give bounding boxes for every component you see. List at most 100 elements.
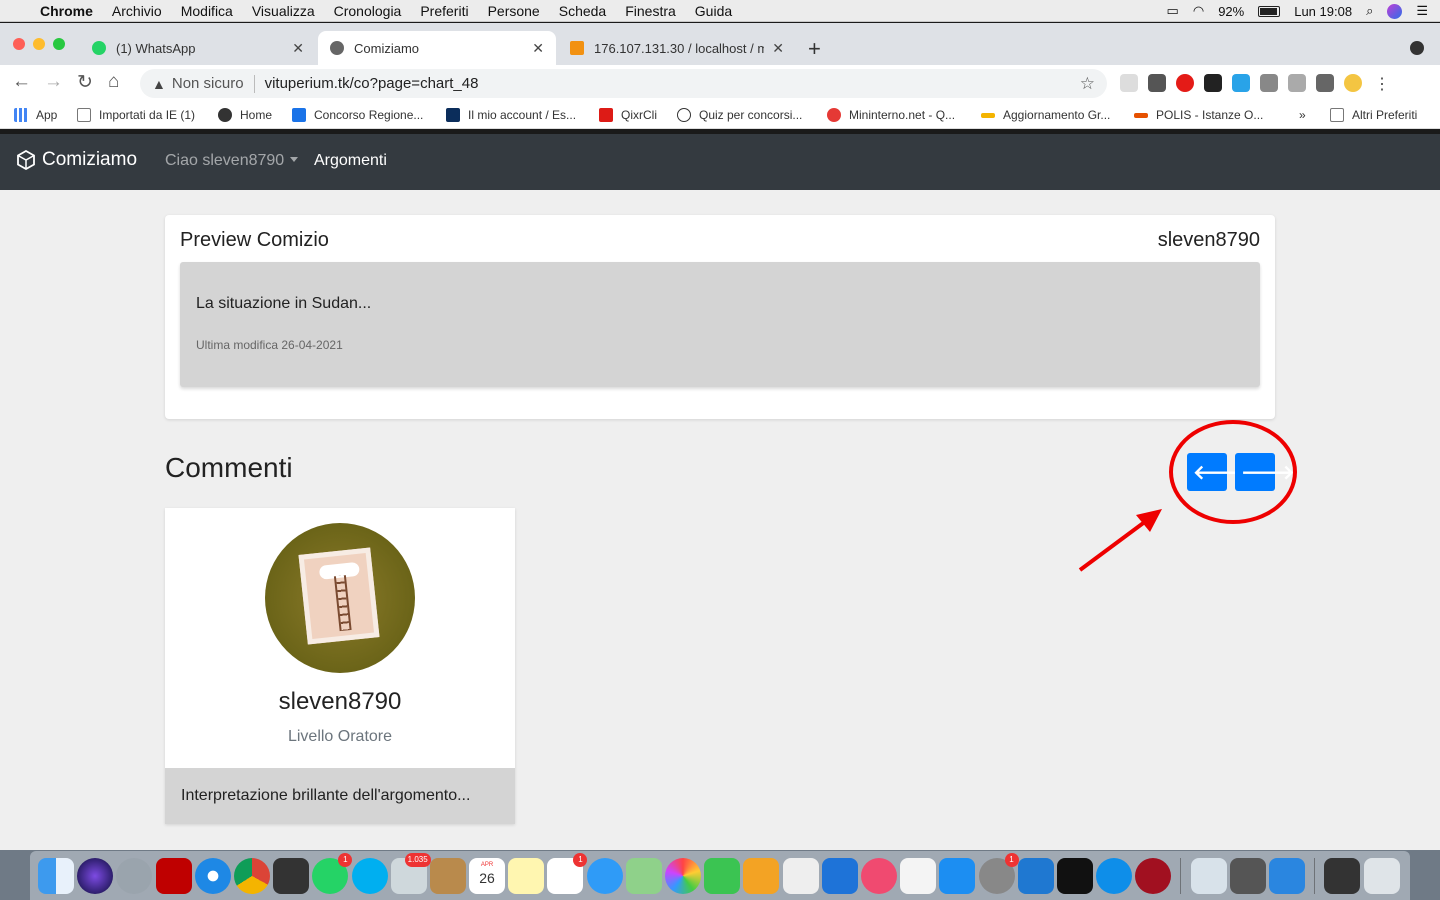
back-arrow-icon[interactable]: ← — [12, 71, 31, 93]
menu-preferiti[interactable]: Preferiti — [420, 3, 468, 19]
zoom-window-button[interactable] — [53, 38, 65, 50]
bookmark-polis[interactable]: POLIS - Istanze O... — [1134, 108, 1263, 122]
menu-guida[interactable]: Guida — [695, 3, 732, 19]
menu-visualizza[interactable]: Visualizza — [252, 3, 315, 19]
menu-persone[interactable]: Persone — [488, 3, 540, 19]
tff-extension-icon[interactable] — [1232, 74, 1250, 92]
bookmark-quiz-concorsi[interactable]: Quiz per concorsi... — [677, 108, 802, 122]
filezilla-icon[interactable] — [155, 857, 192, 894]
whatsapp-icon[interactable]: 1 — [312, 852, 353, 894]
c-extension-icon[interactable] — [1288, 74, 1306, 92]
profile-avatar-icon[interactable] — [1344, 74, 1362, 92]
battery-percent[interactable]: 92% — [1218, 4, 1244, 19]
music-icon[interactable] — [860, 857, 897, 894]
recycle-extension-icon[interactable] — [1260, 74, 1278, 92]
clock[interactable]: Lun 19:08 — [1294, 4, 1352, 19]
filezilla-server-icon[interactable] — [1135, 857, 1172, 894]
bookmark-altri-preferiti[interactable]: Altri Preferiti — [1330, 108, 1417, 122]
bookmark-qixrcli[interactable]: QixrCli — [599, 108, 657, 122]
photos-icon[interactable] — [665, 857, 701, 894]
launchpad-icon[interactable] — [116, 857, 153, 894]
tab-comiziamo[interactable]: Comiziamo ✕ — [318, 31, 556, 65]
xcode-icon[interactable] — [1017, 857, 1054, 894]
new-tab-plus-icon[interactable]: + — [808, 36, 821, 62]
minimize-window-button[interactable] — [33, 38, 45, 50]
nav-argomenti[interactable]: Argomenti — [314, 152, 387, 170]
security-status[interactable]: Non sicuro — [172, 75, 244, 92]
airplay-icon[interactable]: ▭ — [1167, 3, 1179, 19]
downloads-stack-icon[interactable] — [1324, 857, 1361, 894]
bookmark-aggiornamento[interactable]: Aggiornamento Gr... — [981, 108, 1110, 122]
address-bar[interactable]: ▲ Non sicuro vituperium.tk/co?page=chart… — [140, 69, 1107, 98]
battery-icon[interactable] — [1258, 5, 1281, 17]
system-preferences-icon[interactable]: 1 — [978, 852, 1019, 894]
maps-icon[interactable] — [625, 857, 662, 894]
contacts-icon[interactable] — [429, 857, 466, 894]
reload-icon[interactable]: ↻ — [77, 71, 93, 94]
bookmark-home[interactable]: Home — [218, 108, 272, 122]
bookmarks-overflow-chevron-icon[interactable]: » — [1299, 108, 1306, 122]
comizio-preview-box[interactable]: La situazione in Sudan... Ultima modific… — [180, 262, 1260, 387]
calendar-icon[interactable]: APR 26 — [469, 857, 506, 894]
notification-center-icon[interactable]: ☰ — [1416, 3, 1428, 19]
pen-extension-icon[interactable] — [1120, 74, 1138, 92]
menu-scheda[interactable]: Scheda — [559, 3, 606, 19]
close-window-button[interactable] — [13, 38, 25, 50]
messages-icon[interactable] — [586, 857, 623, 894]
siri-icon[interactable] — [1387, 3, 1403, 19]
skype-icon[interactable] — [351, 857, 388, 894]
teamviewer-icon[interactable] — [1096, 857, 1133, 894]
terminal-icon[interactable] — [1056, 857, 1093, 894]
xcode-tools-icon[interactable] — [1269, 857, 1305, 894]
menu-finestra[interactable]: Finestra — [625, 3, 676, 19]
close-tab-icon[interactable]: ✕ — [772, 40, 784, 57]
forward-arrow-icon[interactable]: → — [44, 71, 63, 93]
bookmark-star-icon[interactable]: ☆ — [1080, 74, 1095, 94]
textedit-icon[interactable] — [900, 857, 937, 894]
siri-icon[interactable] — [77, 857, 114, 894]
reminders-icon[interactable]: 1 — [547, 852, 588, 894]
close-tab-icon[interactable]: ✕ — [292, 40, 304, 57]
menu-archivio[interactable]: Archivio — [112, 3, 162, 19]
keynote-podium-icon[interactable] — [821, 857, 858, 894]
chrome-menu-icon[interactable]: ⋮ — [1374, 74, 1390, 94]
bookmark-importati[interactable]: Importati da IE (1) — [77, 108, 195, 122]
finder-icon[interactable] — [38, 857, 74, 894]
app-store-icon[interactable] — [939, 857, 976, 894]
brand-link[interactable]: Comiziamo — [16, 149, 137, 171]
chrome-icon[interactable] — [233, 857, 270, 894]
tab-search-icon[interactable] — [1410, 41, 1424, 55]
preview-icon[interactable] — [1190, 857, 1227, 894]
home-icon[interactable]: ⌂ — [108, 71, 119, 93]
menu-chrome[interactable]: Chrome — [40, 3, 93, 19]
bookmark-mio-account[interactable]: Il mio account / Es... — [446, 108, 576, 122]
menu-modifica[interactable]: Modifica — [181, 3, 233, 19]
url-text[interactable]: vituperium.tk/co?page=chart_48 — [265, 75, 479, 92]
calculator-icon[interactable] — [1229, 857, 1266, 894]
notes-icon[interactable] — [508, 857, 545, 894]
adblock-extension-icon[interactable] — [1176, 74, 1194, 92]
wifi-icon[interactable]: ◠ — [1193, 3, 1204, 19]
mail-badge: 1.035 — [404, 852, 431, 867]
tab-extension-icon[interactable] — [1204, 74, 1222, 92]
bookmark-concorso-regione[interactable]: Concorso Regione... — [292, 108, 423, 122]
numbers-icon[interactable] — [782, 857, 819, 894]
comment-body[interactable]: Interpretazione brillante dell'argomento… — [165, 768, 515, 824]
mail-icon[interactable]: 1.035 — [390, 852, 431, 894]
keynote-icon[interactable] — [743, 857, 780, 894]
user-dropdown[interactable]: Ciao sleven8790 — [165, 152, 298, 170]
sublime-icon[interactable] — [273, 857, 310, 894]
trash-icon[interactable] — [1363, 857, 1400, 894]
facetime-icon[interactable] — [704, 857, 741, 894]
safari-icon[interactable] — [194, 857, 231, 894]
glasses-extension-icon[interactable] — [1148, 74, 1166, 92]
tab-whatsapp[interactable]: (1) WhatsApp ✕ — [80, 31, 316, 65]
spotlight-icon[interactable]: ⌕ — [1366, 3, 1373, 19]
close-tab-icon[interactable]: ✕ — [532, 40, 544, 57]
menu-cronologia[interactable]: Cronologia — [334, 3, 402, 19]
tab-phpmyadmin[interactable]: 176.107.131.30 / localhost / mi ✕ — [558, 31, 796, 65]
bookmark-app[interactable]: App — [14, 108, 57, 122]
puzzle-extension-icon[interactable] — [1316, 74, 1334, 92]
bookmark-mininterno[interactable]: Mininterno.net - Q... — [827, 108, 955, 122]
warning-triangle-icon[interactable]: ▲ — [152, 76, 166, 92]
